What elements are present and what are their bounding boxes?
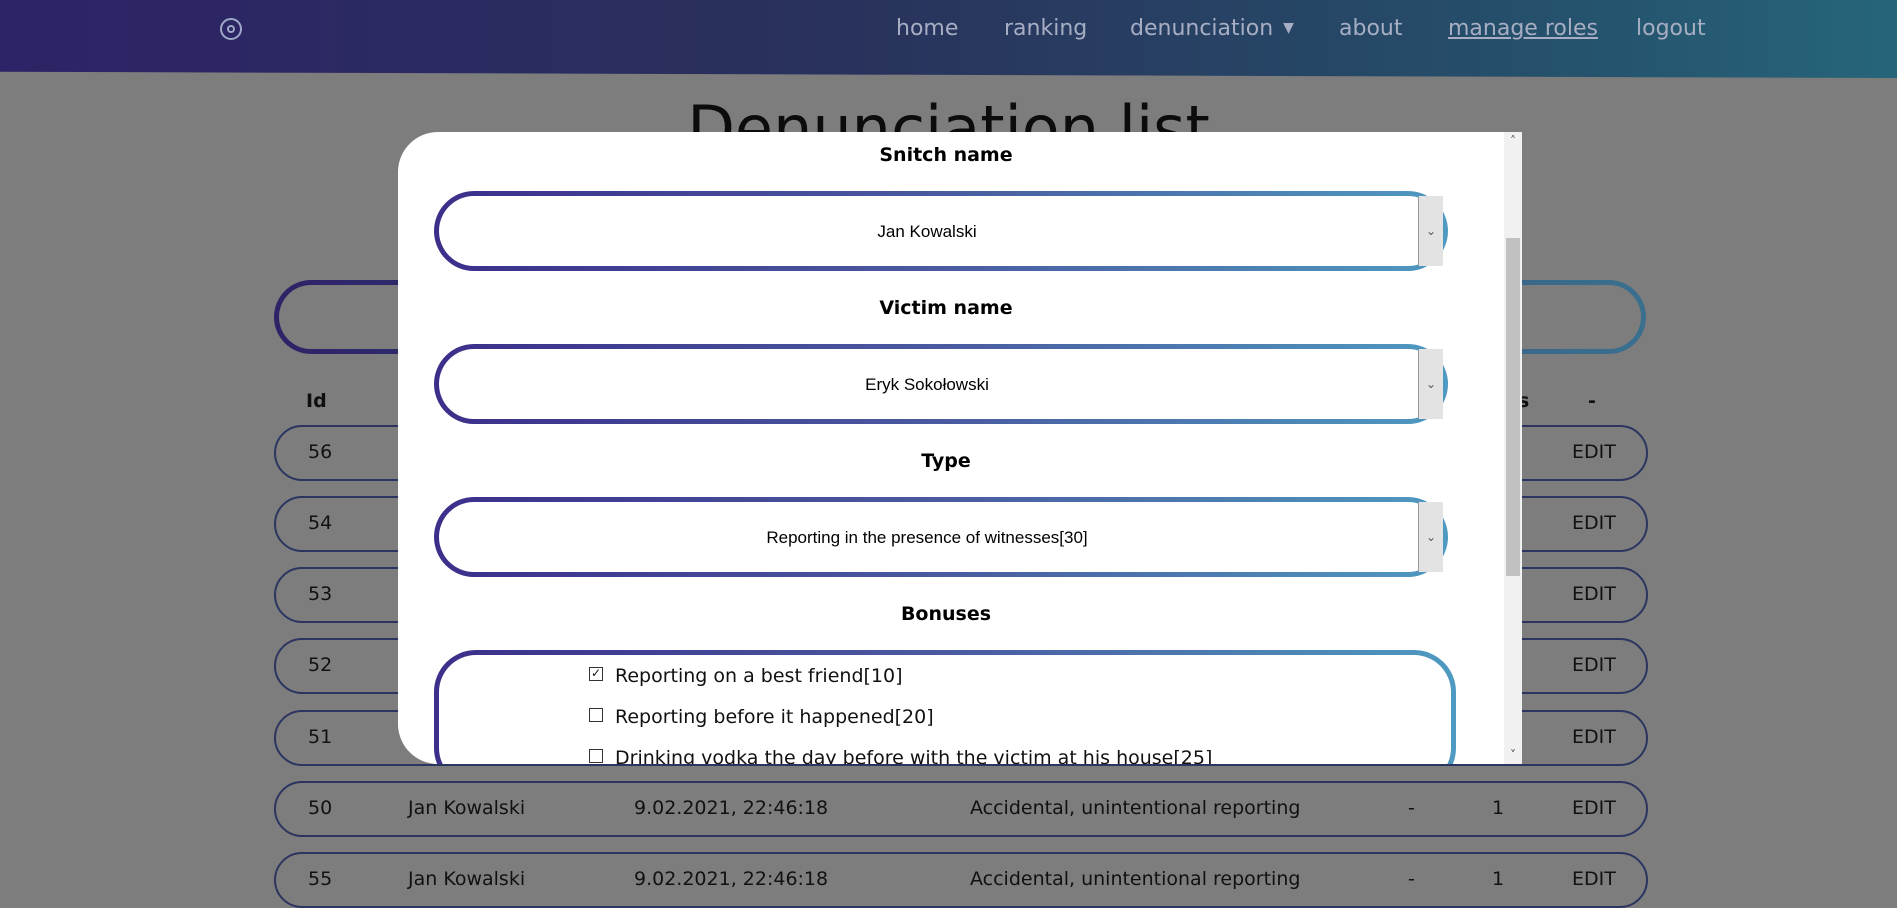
bonuses-label: Bonuses [900, 603, 992, 625]
scroll-down-icon[interactable]: ˅ [1504, 746, 1522, 764]
nav-denunciation-label: denunciation [1130, 16, 1274, 41]
row-snitch: Jan Kowalski [408, 797, 526, 819]
nav-denunciation[interactable]: denunciation ▼ [1130, 16, 1294, 41]
row-bonus: - [1408, 868, 1415, 890]
nav-about[interactable]: about [1339, 16, 1402, 41]
row-id: 55 [308, 868, 333, 890]
eye-logo-icon[interactable] [220, 18, 242, 40]
top-navbar: home ranking denunciation ▼ about manage … [0, 0, 1897, 78]
table-row: 55 Jan Kowalski 9.02.2021, 22:46:18 Acciden… [274, 852, 1648, 908]
bonus-label: Reporting on a best friend[10] [615, 665, 903, 687]
row-points: 1 [1492, 868, 1505, 890]
header-action: - [1588, 390, 1596, 412]
chevron-down-icon[interactable]: ⌄ [1418, 196, 1443, 266]
modal-content: Snitch name Jan Kowalski ⌄ Victim name E… [398, 132, 1504, 764]
row-points: 1 [1492, 797, 1505, 819]
bonuses-list: ✓ Reporting on a best friend[10] Reportin… [434, 650, 1456, 764]
victim-name-value: Eryk Sokołowski [865, 375, 989, 394]
bonus-label: Reporting before it happened[20] [615, 706, 934, 728]
row-id: 56 [308, 441, 333, 463]
victim-name-label: Victim name [879, 297, 1013, 319]
row-type: Accidental, unintentional reporting [970, 797, 1301, 819]
row-bonus: - [1408, 797, 1415, 819]
edit-button[interactable]: EDIT [1572, 726, 1616, 748]
row-snitch: Jan Kowalski [408, 868, 526, 890]
bonus-item[interactable]: Reporting before it happened[20] [589, 706, 934, 728]
nav-manage-roles[interactable]: manage roles [1448, 16, 1598, 41]
edit-button[interactable]: EDIT [1572, 654, 1616, 676]
row-date: 9.02.2021, 22:46:18 [634, 868, 829, 890]
nav-logout[interactable]: logout [1636, 16, 1706, 41]
modal-scrollbar[interactable]: ˄ ˅ [1504, 132, 1522, 764]
bonus-item[interactable]: ✓ Reporting on a best friend[10] [589, 665, 903, 687]
bonus-label: Drinking vodka the day before with the v… [615, 747, 1213, 764]
type-select[interactable]: Reporting in the presence of witnesses[3… [434, 497, 1448, 577]
row-id: 53 [308, 583, 333, 605]
edit-denunciation-modal: Snitch name Jan Kowalski ⌄ Victim name E… [398, 132, 1522, 764]
snitch-name-value: Jan Kowalski [877, 222, 977, 241]
snitch-name-label: Snitch name [879, 144, 1013, 166]
edit-button[interactable]: EDIT [1572, 441, 1616, 463]
chevron-down-icon[interactable]: ⌄ [1418, 502, 1443, 572]
nav-ranking[interactable]: ranking [1004, 16, 1087, 41]
row-type: Accidental, unintentional reporting [970, 868, 1301, 890]
edit-button[interactable]: EDIT [1572, 868, 1616, 890]
type-label: Type [921, 450, 971, 472]
scroll-up-icon[interactable]: ˄ [1504, 132, 1522, 150]
row-date: 9.02.2021, 22:46:18 [634, 797, 829, 819]
chevron-down-icon[interactable]: ⌄ [1418, 349, 1443, 419]
snitch-name-select[interactable]: Jan Kowalski ⌄ [434, 191, 1448, 271]
edit-button[interactable]: EDIT [1572, 512, 1616, 534]
row-id: 50 [308, 797, 333, 819]
edit-button[interactable]: EDIT [1572, 583, 1616, 605]
nav-home[interactable]: home [896, 16, 958, 41]
bonus-item[interactable]: Drinking vodka the day before with the v… [589, 747, 1212, 764]
header-id: Id [306, 390, 327, 412]
edit-button[interactable]: EDIT [1572, 797, 1616, 819]
row-id: 51 [308, 726, 333, 748]
checkbox-icon[interactable] [589, 707, 603, 722]
scroll-thumb[interactable] [1506, 238, 1520, 576]
table-row: 50 Jan Kowalski 9.02.2021, 22:46:18 Acciden… [274, 781, 1648, 837]
victim-name-select[interactable]: Eryk Sokołowski ⌄ [434, 344, 1448, 424]
row-id: 54 [308, 512, 333, 534]
caret-down-icon: ▼ [1283, 20, 1294, 36]
type-value: Reporting in the presence of witnesses[3… [766, 528, 1088, 547]
checkbox-checked-icon[interactable]: ✓ [589, 666, 603, 681]
row-id: 52 [308, 654, 333, 676]
checkbox-icon[interactable] [589, 748, 603, 763]
